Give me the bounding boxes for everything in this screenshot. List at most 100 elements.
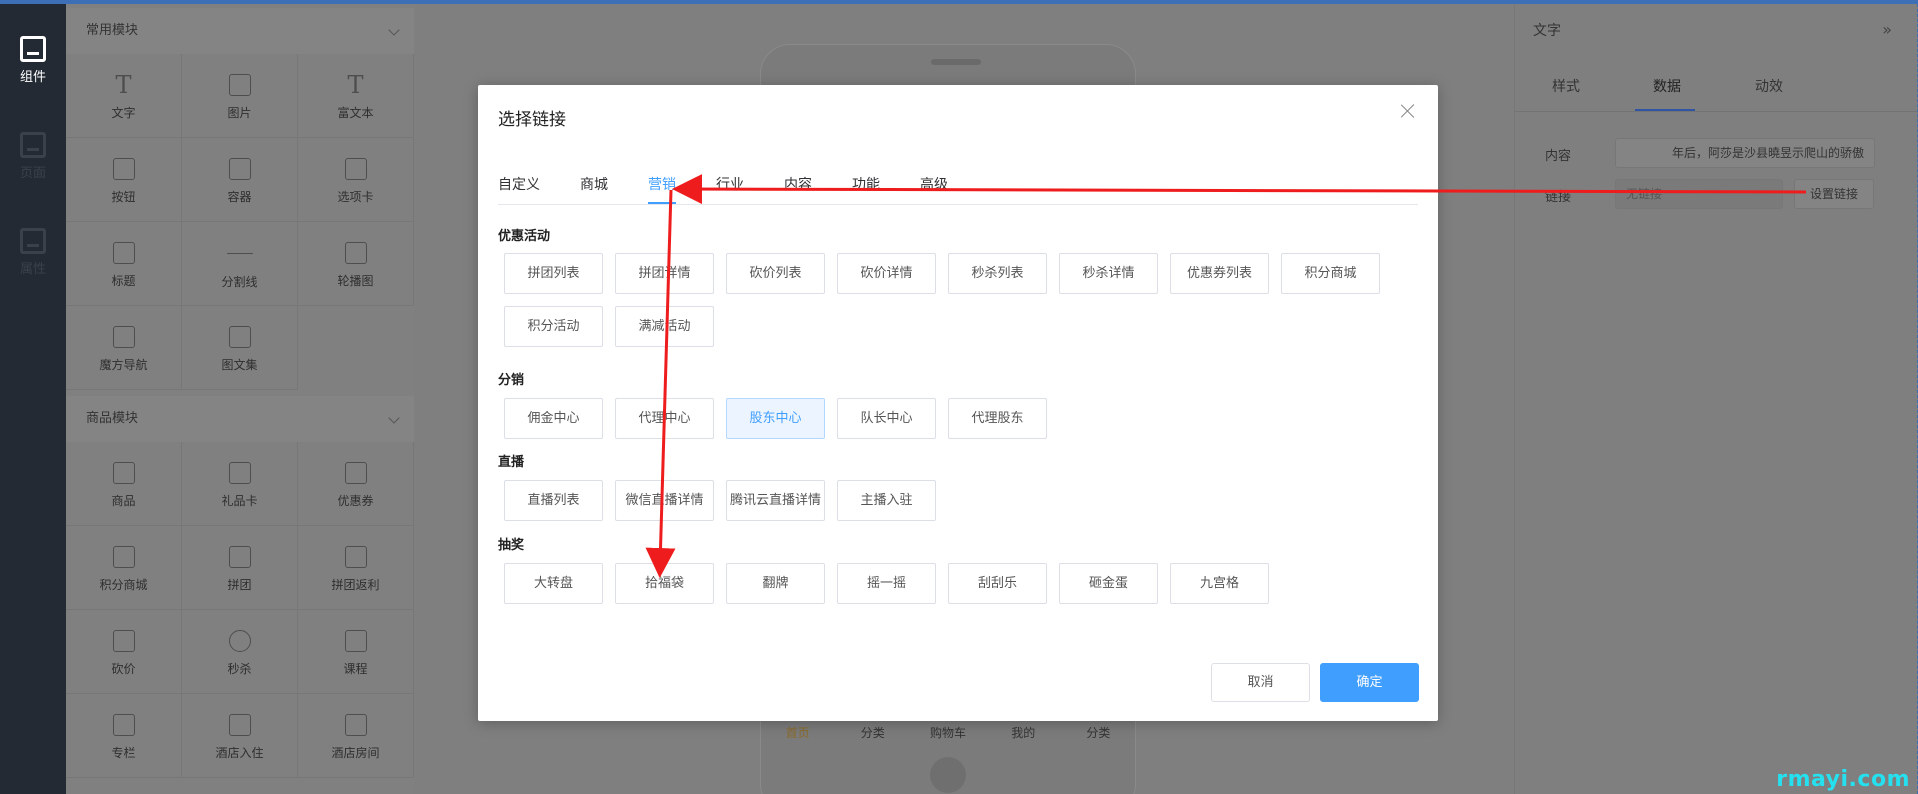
content-input[interactable]: 年后，阿莎是沙县曉昱示爬山的骄傲 bbox=[1615, 138, 1875, 168]
close-icon[interactable] bbox=[1400, 103, 1416, 119]
link-option[interactable]: 微信直播详情 bbox=[615, 480, 714, 521]
link-input[interactable]: 无链接 bbox=[1615, 179, 1783, 209]
tab-content[interactable]: 内容 bbox=[784, 173, 812, 197]
link-option[interactable]: 满减活动 bbox=[615, 306, 714, 347]
widget-text[interactable]: T 文字 bbox=[66, 54, 182, 138]
widget-group-rebate[interactable]: 拼团返利 bbox=[298, 526, 414, 610]
confirm-button[interactable]: 确定 bbox=[1320, 663, 1419, 702]
widget-image[interactable]: 图片 bbox=[182, 54, 298, 138]
phone-tab-item: 分类 bbox=[1086, 726, 1111, 740]
link-option[interactable]: 大转盘 bbox=[504, 563, 603, 604]
widget-goods[interactable]: 商品 bbox=[66, 442, 182, 526]
link-option[interactable]: 九宫格 bbox=[1170, 563, 1269, 604]
tab-function[interactable]: 功能 bbox=[852, 173, 880, 197]
nav-label: 组件 bbox=[19, 70, 46, 85]
widget-label: 图片 bbox=[227, 106, 252, 120]
set-link-button[interactable]: 设置链接 bbox=[1794, 179, 1874, 209]
widget-bargain[interactable]: 砍价 bbox=[66, 610, 182, 694]
flash-sale-icon bbox=[228, 630, 251, 652]
nav-label: 属性 bbox=[19, 262, 46, 277]
active-tab-underline bbox=[648, 202, 676, 204]
tab-industry[interactable]: 行业 bbox=[716, 173, 744, 197]
widget-image-text[interactable]: 图文集 bbox=[182, 306, 298, 390]
link-option[interactable]: 砸金蛋 bbox=[1059, 563, 1158, 604]
link-option[interactable]: 摇一摇 bbox=[837, 563, 936, 604]
right-panel: 文字 » 样式 数据 动效 内容 年后，阿莎是沙县曉昱示爬山的骄傲 链接 无链接… bbox=[1514, 4, 1918, 794]
widget-container[interactable]: 容器 bbox=[182, 138, 298, 222]
link-option[interactable]: 佣金中心 bbox=[504, 398, 603, 439]
link-option[interactable]: 直播列表 bbox=[504, 480, 603, 521]
widget-label: 魔方导航 bbox=[99, 358, 148, 372]
tab-mall[interactable]: 商城 bbox=[580, 173, 608, 197]
widget-label: 轮播图 bbox=[337, 274, 374, 288]
widget-points-mall[interactable]: 积分商城 bbox=[66, 526, 182, 610]
column-icon bbox=[112, 714, 135, 736]
widget-course[interactable]: 课程 bbox=[298, 610, 414, 694]
group-buy-icon bbox=[228, 546, 251, 568]
link-option[interactable]: 刮刮乐 bbox=[948, 563, 1047, 604]
nav-item-page[interactable]: 页面 bbox=[0, 110, 66, 190]
link-option[interactable]: 主播入驻 bbox=[837, 480, 936, 521]
group-title-distribution: 分销 bbox=[498, 373, 525, 388]
widget-hotel-checkin[interactable]: 酒店入住 bbox=[182, 694, 298, 778]
widget-gift-card[interactable]: 礼品卡 bbox=[182, 442, 298, 526]
cancel-button[interactable]: 取消 bbox=[1211, 663, 1310, 702]
link-option[interactable]: 积分商城 bbox=[1281, 253, 1380, 294]
course-icon bbox=[344, 630, 367, 652]
common-widget-grid: T 文字 图片 T 富文本按钮 容器 选项卡标题 分割线 轮播图魔方导航 图文集 bbox=[66, 54, 414, 390]
tab-data[interactable]: 数据 bbox=[1653, 76, 1681, 96]
link-option[interactable]: 积分活动 bbox=[504, 306, 603, 347]
link-option[interactable]: 股东中心 bbox=[726, 398, 825, 439]
widget-title[interactable]: 标题 bbox=[66, 222, 182, 306]
widget-tab[interactable]: 选项卡 bbox=[298, 138, 414, 222]
bargain-icon bbox=[112, 630, 135, 652]
tab-animation[interactable]: 动效 bbox=[1755, 76, 1783, 96]
nav-item-property[interactable]: 属性 bbox=[0, 206, 66, 286]
top-accent-line bbox=[0, 0, 1918, 4]
watermark: rmayi.com bbox=[1776, 767, 1910, 792]
widget-hotel-room[interactable]: 酒店房间 bbox=[298, 694, 414, 778]
goods-module-header[interactable]: 商品模块 bbox=[66, 396, 414, 442]
link-option[interactable]: 优惠券列表 bbox=[1170, 253, 1269, 294]
widget-flash-sale[interactable]: 秒杀 bbox=[182, 610, 298, 694]
widget-cube-nav[interactable]: 魔方导航 bbox=[66, 306, 182, 390]
link-option[interactable]: 代理中心 bbox=[615, 398, 714, 439]
link-option[interactable]: 翻牌 bbox=[726, 563, 825, 604]
link-option[interactable]: 秒杀详情 bbox=[1059, 253, 1158, 294]
widget-carousel[interactable]: 轮播图 bbox=[298, 222, 414, 306]
link-option[interactable]: 秒杀列表 bbox=[948, 253, 1047, 294]
nav-item-component[interactable]: 组件 bbox=[0, 14, 66, 94]
link-option[interactable]: 砍价列表 bbox=[726, 253, 825, 294]
group-live: 直播列表 微信直播详情 腾讯云直播详情 主播入驻 bbox=[504, 480, 1404, 521]
container-icon bbox=[228, 158, 251, 180]
nav-label: 页面 bbox=[19, 166, 46, 181]
link-option[interactable]: 拼团列表 bbox=[504, 253, 603, 294]
link-option[interactable]: 队长中心 bbox=[837, 398, 936, 439]
link-option[interactable]: 砍价详情 bbox=[837, 253, 936, 294]
tab-icon bbox=[344, 158, 367, 180]
link-option[interactable]: 拼团详情 bbox=[615, 253, 714, 294]
phone-tab-item: 购物车 bbox=[930, 726, 967, 740]
common-module-header[interactable]: 常用模块 bbox=[66, 8, 414, 54]
content-label: 内容 bbox=[1545, 149, 1572, 164]
widget-button[interactable]: 按钮 bbox=[66, 138, 182, 222]
tab-advanced[interactable]: 高级 bbox=[920, 173, 948, 197]
widget-rich-text[interactable]: T 富文本 bbox=[298, 54, 414, 138]
title-icon bbox=[112, 242, 135, 264]
tab-marketing[interactable]: 营销 bbox=[648, 173, 676, 197]
tab-style[interactable]: 样式 bbox=[1552, 76, 1580, 96]
widget-coupon[interactable]: 优惠券 bbox=[298, 442, 414, 526]
link-option[interactable]: 代理股东 bbox=[948, 398, 1047, 439]
link-option[interactable]: 拾福袋 bbox=[615, 563, 714, 604]
group-title-lottery: 抽奖 bbox=[498, 538, 525, 553]
widget-divider[interactable]: 分割线 bbox=[182, 222, 298, 306]
link-option[interactable]: 腾讯云直播详情 bbox=[726, 480, 825, 521]
widget-label: 分割线 bbox=[221, 275, 258, 289]
group-rebate-icon bbox=[344, 546, 367, 568]
double-chevron-right-icon[interactable]: » bbox=[1882, 20, 1892, 39]
text-icon: T bbox=[115, 71, 132, 99]
widget-label: 容器 bbox=[227, 190, 252, 204]
widget-column[interactable]: 专栏 bbox=[66, 694, 182, 778]
widget-group-buy[interactable]: 拼团 bbox=[182, 526, 298, 610]
tab-custom[interactable]: 自定义 bbox=[498, 173, 540, 197]
